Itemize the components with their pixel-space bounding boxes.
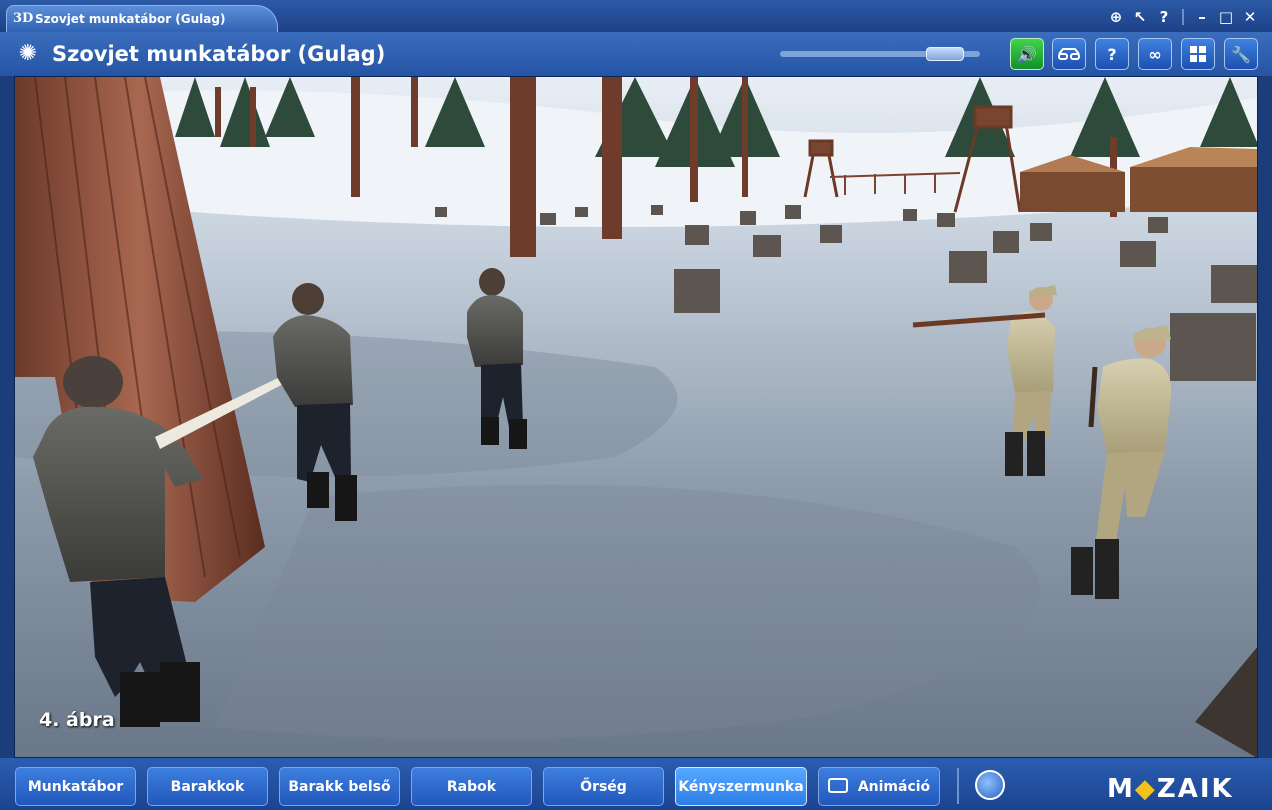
nav-label: Munkatábor — [27, 778, 124, 795]
help-icon[interactable]: ? — [1152, 7, 1176, 27]
nav-rabok-button[interactable]: Rabok — [411, 767, 532, 806]
logo-diamond-icon: ◆ — [1134, 774, 1157, 804]
link-icon: ∞ — [1148, 44, 1162, 64]
maximize-icon[interactable]: □ — [1214, 7, 1238, 27]
help-icon: ? — [1107, 44, 1117, 64]
help-button[interactable]: ? — [1095, 38, 1129, 70]
divider — [1182, 9, 1184, 25]
nav-label: Animáció — [857, 778, 931, 795]
settings-icon: 🔧 — [1231, 44, 1251, 64]
volume-slider-handle[interactable] — [926, 47, 964, 61]
3d-logo-icon: 3D — [13, 11, 34, 26]
nav-label: Barakkok — [170, 778, 245, 795]
zoom-icon[interactable]: ⊕ — [1104, 7, 1128, 27]
glasses-icon — [1058, 48, 1080, 60]
logo-part: M — [1107, 774, 1135, 804]
figure-caption: 4. ábra — [39, 709, 115, 731]
link-button[interactable]: ∞ — [1138, 38, 1172, 70]
logo-part: ZAIK — [1156, 774, 1234, 804]
close-icon[interactable]: ✕ — [1238, 7, 1262, 27]
nav-kenyszermunka-button[interactable]: Kényszermunka — [675, 767, 807, 806]
tv-icon — [827, 778, 848, 793]
sound-icon: 🔊 — [1017, 44, 1037, 64]
nav-label: Őrség — [580, 778, 627, 795]
nav-label: Rabok — [446, 778, 497, 795]
nav-barakk-belso-button[interactable]: Barakk belső — [279, 767, 400, 806]
mozaik-logo: M◆ZAIK — [1107, 774, 1234, 804]
nav-barakkok-button[interactable]: Barakkok — [147, 767, 268, 806]
grid-icon — [1190, 46, 1206, 62]
window-controls: ⊕ ↖ ? – □ ✕ — [1104, 7, 1262, 27]
page-title: Szovjet munkatábor (Gulag) — [52, 42, 386, 66]
loading-spinner-icon: ✺ — [18, 41, 38, 66]
nav-munkatabor-button[interactable]: Munkatábor — [15, 767, 136, 806]
settings-button[interactable]: 🔧 — [1224, 38, 1258, 70]
nav-orseg-button[interactable]: Őrség — [543, 767, 664, 806]
title-bar: 3D Szovjet munkatábor (Gulag) ⊕ ↖ ? – □ … — [0, 0, 1272, 32]
nav-label: Barakk belső — [288, 778, 391, 795]
app-header: ✺ Szovjet munkatábor (Gulag) 🔊 ? ∞ 🔧 — [0, 32, 1272, 76]
nav-label: Kényszermunka — [678, 778, 804, 795]
nav-animacio-button[interactable]: Animáció — [818, 767, 940, 806]
divider — [957, 768, 959, 804]
sound-button[interactable]: 🔊 — [1010, 38, 1044, 70]
3d-viewport[interactable]: 4. ábra — [14, 76, 1258, 758]
bottom-nav: Munkatábor Barakkok Barakk belső Rabok Ő… — [0, 758, 1272, 810]
grid-button[interactable] — [1181, 38, 1215, 70]
scene-illustration — [15, 77, 1257, 757]
volume-slider[interactable] — [780, 47, 980, 61]
pointer-icon[interactable]: ↖ — [1128, 7, 1152, 27]
3d-glasses-button[interactable] — [1052, 38, 1086, 70]
window-tab-title: Szovjet munkatábor (Gulag) — [35, 12, 226, 26]
minimize-icon[interactable]: – — [1190, 7, 1214, 27]
window-tab[interactable]: 3D Szovjet munkatábor (Gulag) — [6, 5, 278, 32]
globe-icon[interactable] — [975, 770, 1005, 800]
